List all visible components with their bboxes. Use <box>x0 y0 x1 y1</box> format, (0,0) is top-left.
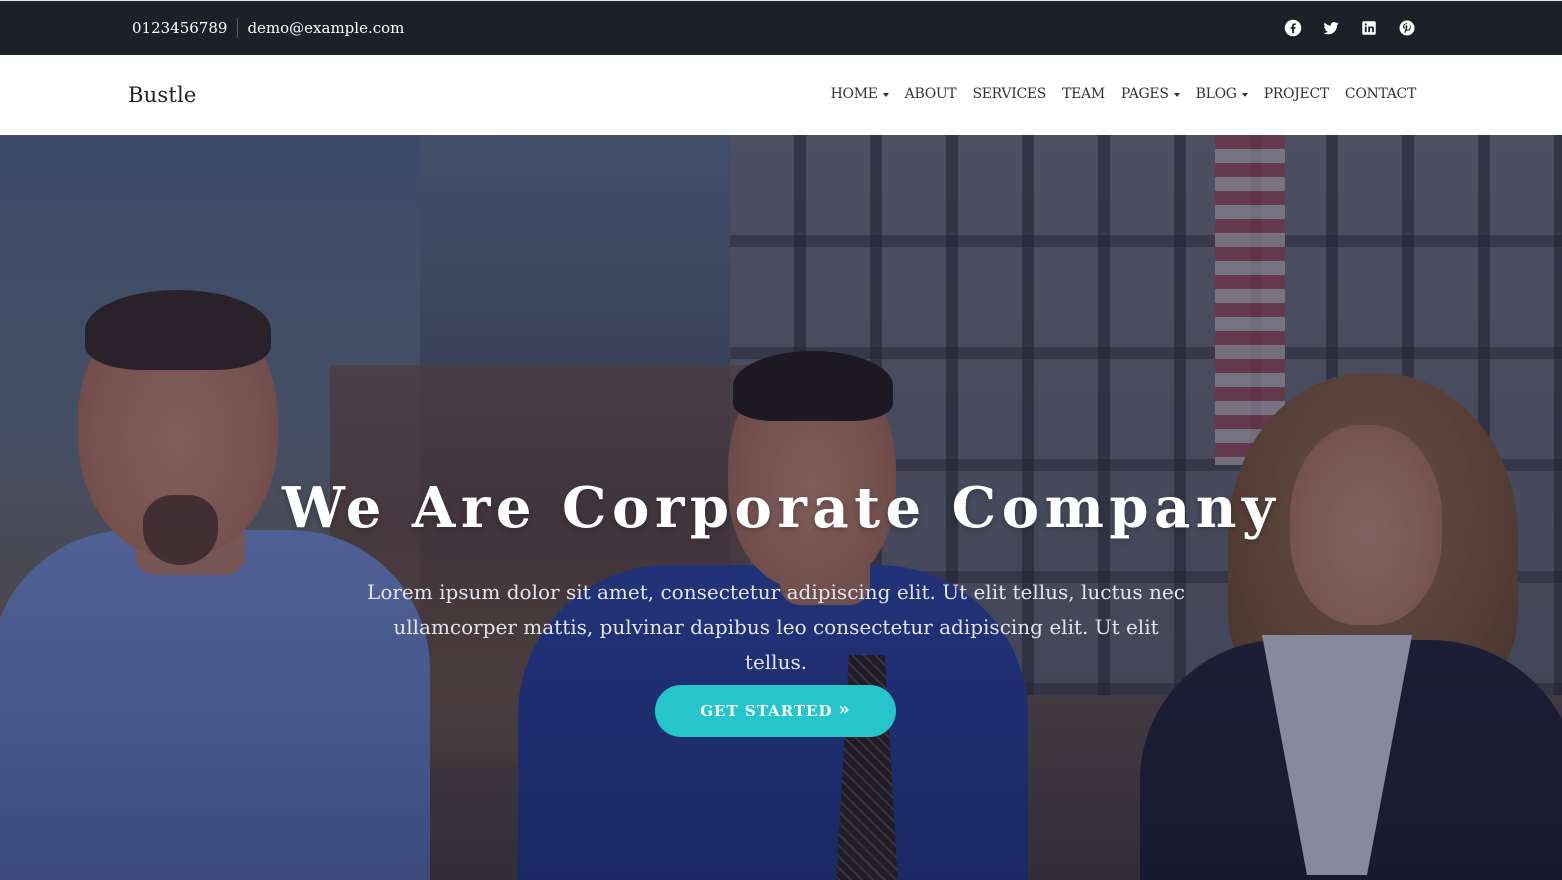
nav-item-team[interactable]: TEAM <box>1062 86 1105 102</box>
twitter-icon[interactable] <box>1322 19 1340 37</box>
pinterest-icon[interactable] <box>1398 19 1416 37</box>
contact-info: 0123456789 demo@example.com <box>132 1 404 55</box>
hero-section: We Are Corporate Company Lorem ipsum dol… <box>0 135 1562 880</box>
email-address[interactable]: demo@example.com <box>238 18 404 38</box>
nav-item-pages[interactable]: PAGES <box>1121 86 1180 102</box>
main-navbar: Bustle HOME ABOUT SERVICES TEAM PAGES BL… <box>0 55 1562 135</box>
nav-item-label: HOME <box>830 86 878 102</box>
nav-item-services[interactable]: SERVICES <box>972 86 1046 102</box>
nav-item-blog[interactable]: BLOG <box>1196 86 1248 102</box>
nav-item-label: PAGES <box>1120 86 1169 102</box>
linkedin-icon[interactable] <box>1360 19 1378 37</box>
social-links <box>1284 1 1416 55</box>
nav-item-home[interactable]: HOME <box>831 86 889 102</box>
nav-item-label: BLOG <box>1195 86 1237 102</box>
nav-item-label: ABOUT <box>904 86 957 102</box>
caret-down-icon <box>1173 93 1180 97</box>
get-started-button[interactable]: GET STARTED » <box>655 685 896 737</box>
nav-item-label: TEAM <box>1062 86 1105 102</box>
hero-content: We Are Corporate Company Lorem ipsum dol… <box>0 135 1562 880</box>
caret-down-icon <box>882 93 889 97</box>
top-bar: 0123456789 demo@example.com <box>0 0 1562 55</box>
hero-subtitle: Lorem ipsum dolor sit amet, consectetur … <box>367 580 1185 674</box>
nav-item-label: PROJECT <box>1263 86 1330 102</box>
nav-item-label: SERVICES <box>972 86 1047 102</box>
facebook-icon[interactable] <box>1284 19 1302 37</box>
phone-number[interactable]: 0123456789 <box>132 18 239 38</box>
hero-title: We Are Corporate Company <box>281 475 1281 541</box>
main-menu: HOME ABOUT SERVICES TEAM PAGES BLOG PROJ… <box>831 55 1417 133</box>
double-chevron-right-icon: » <box>838 699 851 720</box>
nav-item-label: CONTACT <box>1344 86 1416 102</box>
get-started-label: GET STARTED <box>700 702 833 720</box>
nav-item-contact[interactable]: CONTACT <box>1345 86 1416 102</box>
nav-item-project[interactable]: PROJECT <box>1263 86 1330 102</box>
site-logo[interactable]: Bustle <box>128 55 197 135</box>
nav-item-about[interactable]: ABOUT <box>905 86 957 102</box>
caret-down-icon <box>1241 93 1248 97</box>
